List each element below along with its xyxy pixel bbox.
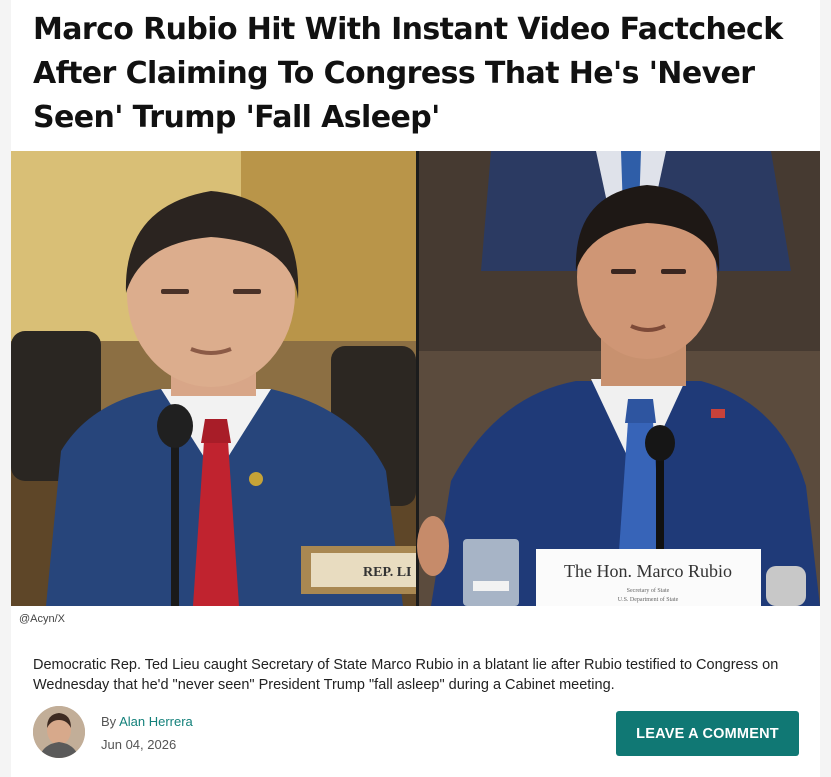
right-nameplate: The Hon. Marco Rubio xyxy=(564,561,732,581)
author-avatar[interactable] xyxy=(33,706,85,758)
leave-comment-button[interactable]: LEAVE A COMMENT xyxy=(616,711,799,756)
right-nameplate-sub2: U.S. Department of State xyxy=(618,596,679,603)
hero-image: REP. LI The Hon. Marco Rubio Secretary o… xyxy=(11,151,820,606)
publish-date: Jun 04, 2026 xyxy=(101,737,177,752)
article-lede: Democratic Rep. Ted Lieu caught Secretar… xyxy=(33,657,779,693)
left-nameplate: REP. LI xyxy=(363,565,412,580)
right-video-frame: The Hon. Marco Rubio Secretary of State … xyxy=(417,151,820,606)
right-nameplate-sub1: Secretary of State xyxy=(627,587,670,594)
left-video-frame: REP. LI xyxy=(11,151,431,606)
article-card: Marco Rubio Hit With Instant Video Factc… xyxy=(11,0,820,777)
author-row: By Alan Herrera Jun 04, 2026 LEAVE A COM… xyxy=(33,706,803,762)
byline-prefix: By xyxy=(101,714,117,729)
article-headline: Marco Rubio Hit With Instant Video Factc… xyxy=(33,12,783,135)
author-link[interactable]: Alan Herrera xyxy=(119,714,193,729)
image-credit: @Acyn/X xyxy=(19,613,66,625)
byline: By Alan Herrera xyxy=(101,714,193,729)
